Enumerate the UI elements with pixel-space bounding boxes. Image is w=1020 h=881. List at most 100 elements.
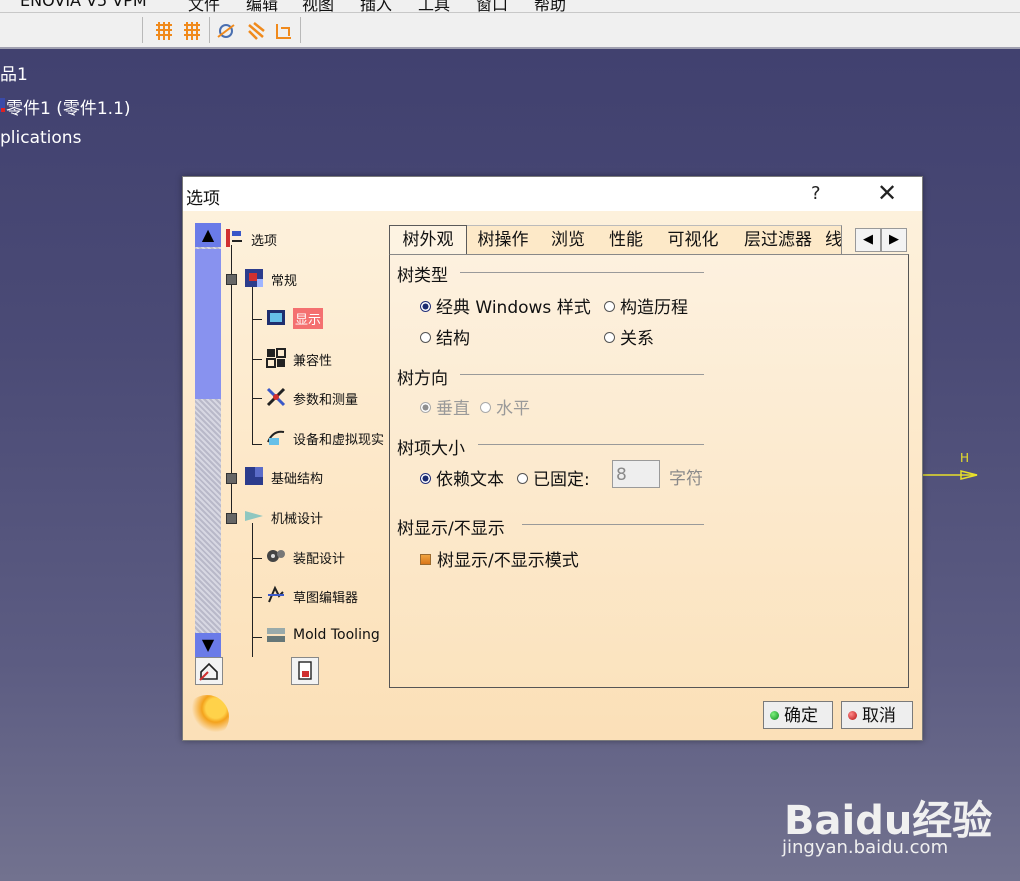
radio-indicator	[604, 301, 615, 312]
nav-scrollbar[interactable]: ▲ ▼	[195, 223, 221, 657]
tree-connector	[252, 285, 253, 445]
mold-tooling-icon	[267, 628, 285, 642]
radio-indicator	[420, 301, 431, 312]
nav-item-label: Mold Tooling	[293, 627, 380, 643]
tab-bar: 树外观 树操作 浏览 性能 可视化 层过滤器 线 ◀ ▶	[389, 225, 913, 256]
nav-item-sketcher[interactable]: 草图编辑器	[265, 584, 385, 608]
grid-icon[interactable]	[154, 21, 174, 41]
ok-status-icon	[770, 711, 779, 720]
app-logo-icon	[185, 695, 229, 739]
home-reset-icon	[199, 662, 218, 681]
dimension-icon[interactable]	[274, 21, 294, 41]
ok-button[interactable]: 确定	[763, 701, 833, 729]
nav-item-mechanical[interactable]: 机械设计	[243, 505, 383, 529]
checkbox-show-hide-mode[interactable]: 树显示/不显示模式	[420, 546, 579, 571]
tree-part-node[interactable]: 零件1 (零件1.1)	[6, 94, 131, 119]
tab-navigation[interactable]: 浏览	[539, 225, 598, 254]
nav-item-display[interactable]: 显示	[265, 307, 385, 331]
tree-connector	[252, 597, 262, 598]
dialog-title: 选项	[186, 189, 220, 209]
nav-item-devices[interactable]: 设备和虚拟现实	[265, 426, 387, 450]
radio-structure[interactable]: 结构	[420, 324, 470, 349]
tree-show-hide-title: 树显示/不显示	[397, 519, 505, 539]
menu-edit[interactable]: 编辑	[246, 0, 278, 12]
nav-item-mold-tooling[interactable]: Mold Tooling	[265, 624, 387, 648]
fixed-size-input[interactable]: 8	[612, 460, 660, 488]
expand-infrastructure-toggle[interactable]	[226, 473, 237, 484]
radio-indicator	[420, 473, 431, 484]
radio-classic-windows[interactable]: 经典 Windows 样式	[420, 293, 591, 318]
menu-view[interactable]: 视图	[302, 0, 334, 12]
menu-window[interactable]: 窗口	[476, 0, 508, 12]
radio-label: 垂直	[436, 399, 470, 419]
scroll-down-button[interactable]: ▼	[195, 633, 221, 657]
sketch-curve-icon[interactable]	[216, 21, 236, 41]
menu-tools[interactable]: 工具	[418, 0, 450, 12]
mechanical-design-icon	[245, 511, 263, 521]
nav-item-label: 设备和虚拟现实	[293, 433, 385, 448]
tab-visualization[interactable]: 可视化	[655, 225, 732, 254]
tree-applications-node[interactable]: plications	[0, 128, 81, 148]
lock-options-button[interactable]	[291, 657, 319, 685]
nav-item-general[interactable]: 常规	[243, 267, 383, 291]
radio-horizontal: 水平	[480, 394, 530, 419]
help-button[interactable]: ?	[811, 183, 821, 204]
document-lock-icon	[298, 661, 312, 680]
radio-relations[interactable]: 关系	[604, 324, 654, 349]
tab-line[interactable]: 线	[825, 225, 842, 254]
nav-item-infrastructure[interactable]: 基础结构	[243, 465, 383, 489]
tree-item-size-title: 树项大小	[397, 439, 465, 459]
menu-help[interactable]: 帮助	[534, 0, 566, 12]
axis-arrow-icon	[921, 470, 978, 480]
menu-insert[interactable]: 插入	[360, 0, 392, 12]
expand-mechanical-toggle[interactable]	[226, 513, 237, 524]
radio-indicator	[480, 402, 491, 413]
tree-connector	[252, 359, 262, 360]
parameters-measure-icon	[266, 387, 286, 407]
nav-item-label: 草图编辑器	[293, 591, 359, 606]
radio-fixed[interactable]: 已固定:	[517, 465, 590, 490]
nav-item-parameters[interactable]: 参数和测量	[265, 386, 385, 410]
cancel-button[interactable]: 取消	[841, 701, 913, 729]
toolbar-separator	[209, 17, 210, 43]
radio-label: 依赖文本	[436, 470, 504, 490]
tree-product-node[interactable]: 品1	[0, 60, 28, 85]
tab-scroll-left-button[interactable]: ◀	[855, 228, 881, 252]
tab-layer-filter[interactable]: 层过滤器	[731, 225, 826, 254]
radio-text-dependent[interactable]: 依赖文本	[420, 465, 504, 490]
options-nav-tree: 选项 常规 显示 兼容性 参数和测量 设备和虚拟现实 基础结构 机械设计 装配设…	[223, 223, 387, 657]
toolbar-separator	[142, 17, 143, 43]
nav-item-assembly[interactable]: 装配设计	[265, 545, 385, 569]
radio-label: 关系	[620, 329, 654, 349]
reset-options-button[interactable]	[195, 657, 223, 685]
menu-file[interactable]: 文件	[188, 0, 220, 12]
tree-connector	[252, 398, 262, 399]
constraint-icon[interactable]	[246, 21, 266, 41]
compatibility-icon	[266, 348, 286, 368]
scroll-thumb[interactable]	[195, 249, 221, 399]
radio-label: 已固定:	[533, 470, 590, 490]
grid-snap-icon[interactable]	[182, 21, 202, 41]
scroll-up-button[interactable]: ▲	[195, 223, 221, 247]
radio-label: 水平	[496, 399, 530, 419]
close-button[interactable]: ✕	[877, 180, 897, 206]
nav-item-options[interactable]: 选项	[223, 227, 383, 251]
axis-h-label: H	[960, 451, 970, 465]
general-icon	[245, 269, 263, 287]
tab-tree-appearance[interactable]: 树外观	[389, 225, 467, 256]
nav-item-label: 兼容性	[293, 354, 333, 369]
radio-vertical: 垂直	[420, 394, 470, 419]
radio-construction-history[interactable]: 构造历程	[604, 293, 688, 318]
baidu-watermark-url: jingyan.baidu.com	[782, 837, 949, 858]
tab-panel-tree-appearance: 树类型 经典 Windows 样式 构造历程 结构 关系 树方向 垂直 水平 树…	[389, 254, 909, 688]
tab-tree-manipulation[interactable]: 树操作	[467, 225, 540, 254]
expand-general-toggle[interactable]	[226, 274, 237, 285]
radio-label: 构造历程	[620, 298, 688, 318]
tab-performance[interactable]: 性能	[597, 225, 656, 254]
radio-indicator	[420, 402, 431, 413]
ok-button-label: 确定	[784, 706, 818, 726]
cancel-status-icon	[848, 711, 857, 720]
nav-item-compatibility[interactable]: 兼容性	[265, 347, 385, 371]
dialog-titlebar[interactable]: 选项 ? ✕	[183, 177, 922, 211]
tab-scroll-right-button[interactable]: ▶	[881, 228, 907, 252]
